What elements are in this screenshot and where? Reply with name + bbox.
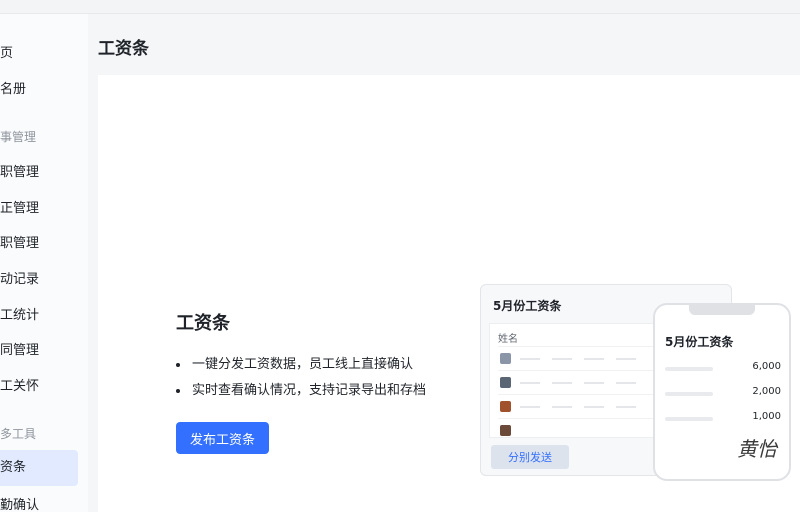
avatar [500, 353, 511, 364]
placeholder-bar [552, 382, 572, 384]
placeholder-bar [520, 406, 540, 408]
placeholder-bar [584, 382, 604, 384]
sidebar-item-statistics[interactable]: 工统计 [0, 298, 78, 334]
sidebar-item-offboarding[interactable]: 职管理 [0, 226, 78, 262]
placeholder-bar [616, 382, 636, 384]
amount-value: 6,000 [752, 361, 781, 372]
amount-value: 1,000 [752, 411, 781, 422]
placeholder-bar [665, 367, 713, 371]
placeholder-bar [552, 358, 572, 360]
phone-row: 6,000 [665, 361, 781, 377]
placeholder-bar [584, 358, 604, 360]
phone-row: 2,000 [665, 386, 781, 402]
phone-notch [689, 305, 755, 315]
placeholder-bar [616, 406, 636, 408]
feature-item: 一键分发工资数据，员工线上直接确认 [176, 352, 476, 378]
placeholder-bar [520, 358, 540, 360]
placeholder-bar [584, 406, 604, 408]
sidebar-item-attendance-confirm[interactable]: 勤确认 [0, 488, 78, 512]
sidebar-item-contracts[interactable]: 同管理 [0, 333, 78, 369]
feature-list: 一键分发工资数据，员工线上直接确认 实时查看确认情况，支持记录导出和存档 [176, 352, 476, 404]
sidebar-item-roster[interactable]: 名册 [0, 72, 78, 108]
feature-title: 工资条 [176, 313, 230, 334]
sidebar-item-home[interactable]: 页 [0, 36, 78, 72]
signature: 黄怡 [737, 437, 777, 461]
sidebar-item-payslip[interactable]: 资条 [0, 450, 78, 486]
sidebar-item-onboarding[interactable]: 职管理 [0, 155, 78, 191]
publish-payslip-button[interactable]: 发布工资条 [176, 422, 269, 454]
sidebar-group-hr: 事管理 [0, 130, 37, 144]
placeholder-bar [665, 392, 713, 396]
phone-title: 5月份工资条 [665, 335, 734, 349]
sidebar-item-regularization[interactable]: 正管理 [0, 191, 78, 227]
sidebar-item-changes[interactable]: 动记录 [0, 262, 78, 298]
split-send-button: 分别发送 [491, 445, 569, 469]
amount-value: 2,000 [752, 386, 781, 397]
sidebar-item-care[interactable]: 工关怀 [0, 369, 78, 405]
top-bar [0, 0, 800, 14]
placeholder-bar [665, 417, 713, 421]
table-header-name: 姓名 [498, 334, 518, 345]
avatar [500, 425, 511, 436]
sidebar-group-tools: 多工具 [0, 427, 37, 441]
placeholder-bar [552, 406, 572, 408]
feature-item: 实时查看确认情况，支持记录导出和存档 [176, 378, 476, 404]
phone-illustration: 5月份工资条 6,000 2,000 1,000 黄怡 [653, 303, 791, 481]
phone-row: 1,000 [665, 411, 781, 427]
card-title: 5月份工资条 [493, 299, 562, 313]
avatar [500, 377, 511, 388]
page-title: 工资条 [98, 39, 149, 59]
sidebar: 页 名册 事管理 职管理 正管理 职管理 动记录 工统计 同管理 工关怀 多工具… [0, 14, 88, 512]
placeholder-bar [616, 358, 636, 360]
avatar [500, 401, 511, 412]
placeholder-bar [520, 382, 540, 384]
